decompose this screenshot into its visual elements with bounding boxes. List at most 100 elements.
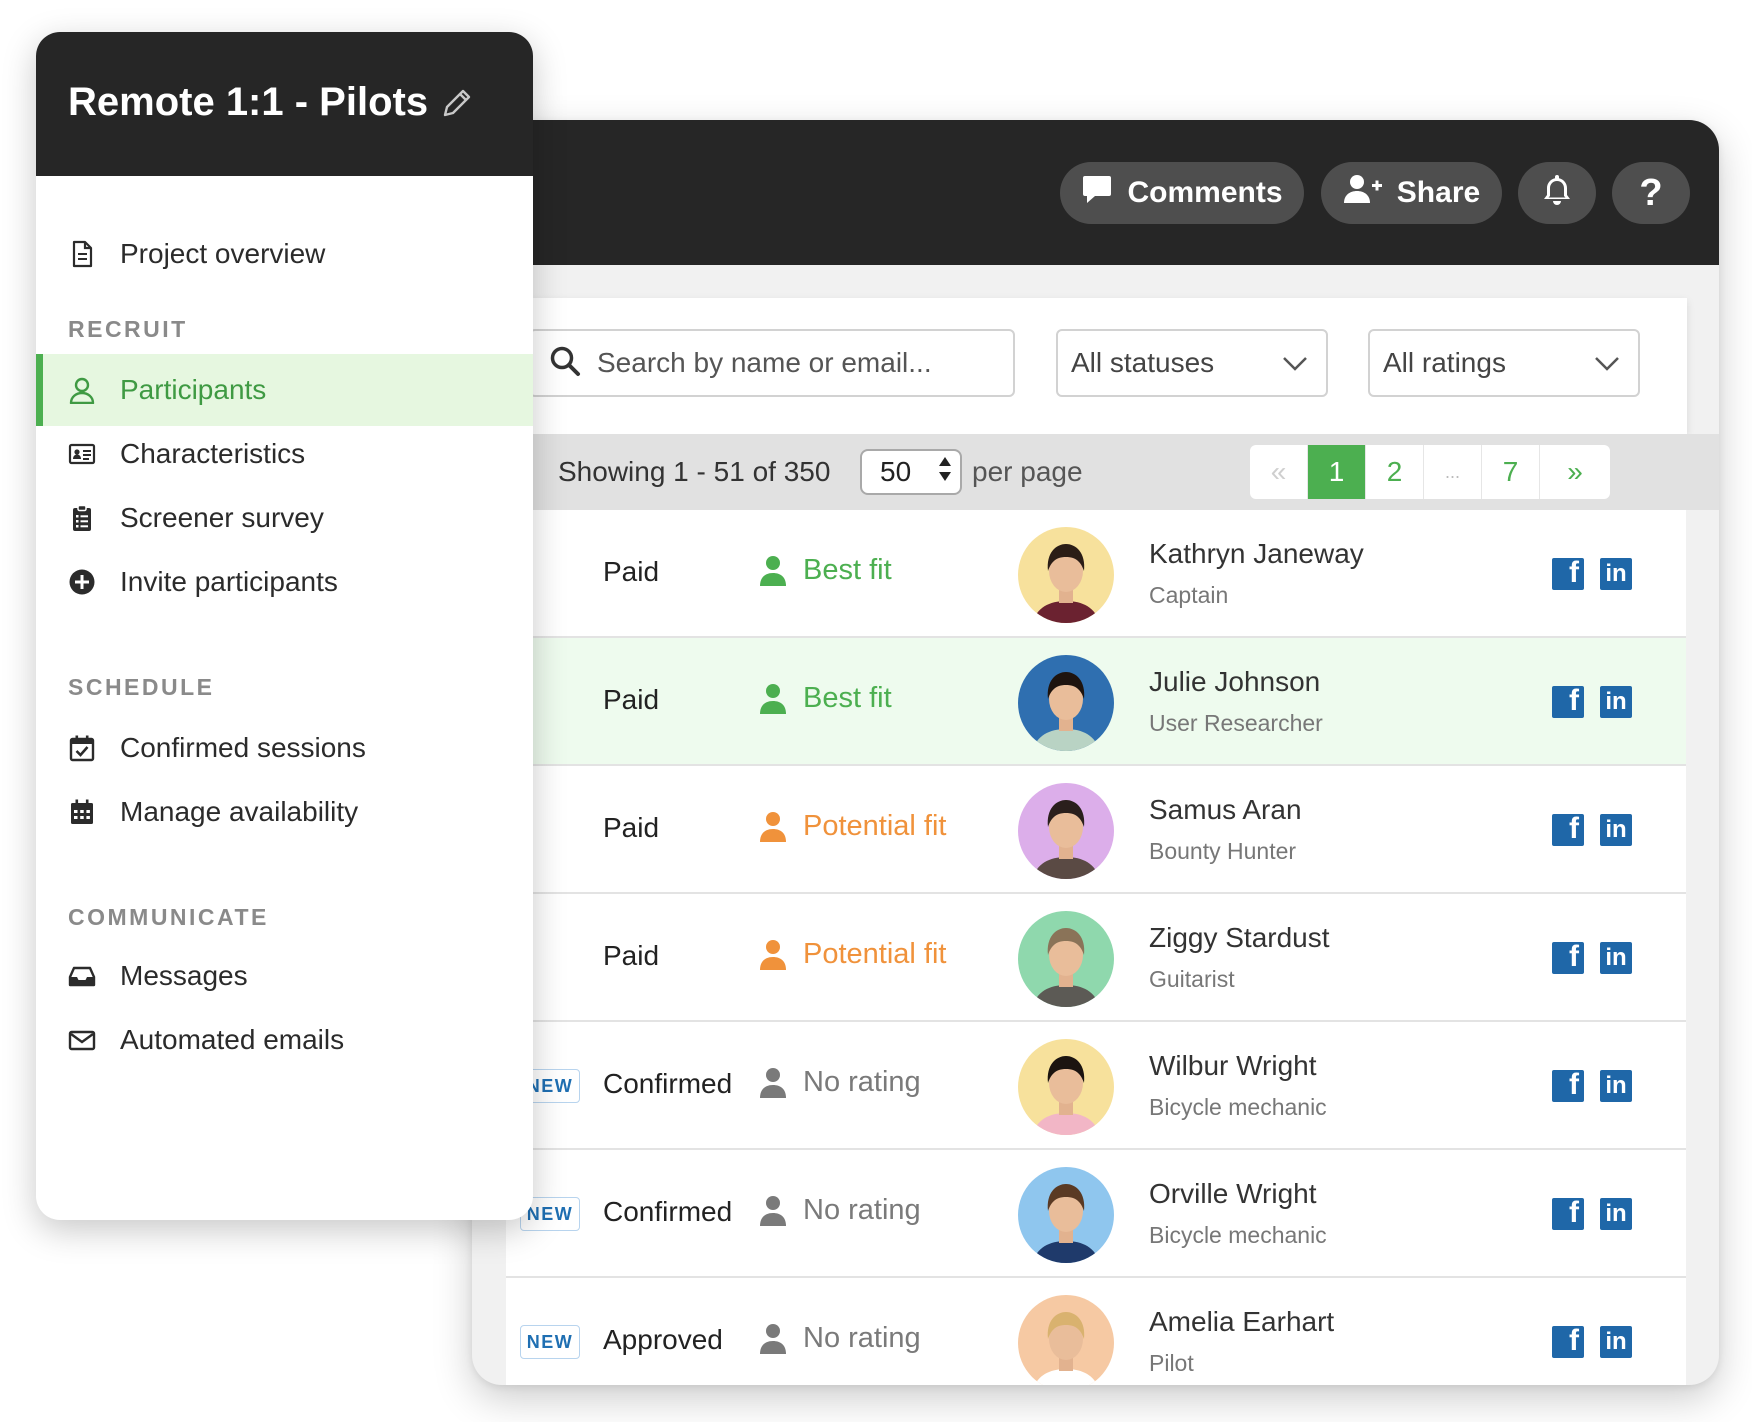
participant-rating[interactable]: Best fit (759, 554, 892, 587)
showing-count: Showing 1 - 51 of 350 (558, 456, 831, 487)
participant-name[interactable]: Wilbur Wright (1149, 1050, 1317, 1082)
participant-role: Pilot (1149, 1350, 1194, 1376)
sidebar-item-messages[interactable]: Messages (36, 940, 533, 1012)
participant-role: Bounty Hunter (1149, 838, 1297, 864)
participant-rating[interactable]: Best fit (759, 682, 892, 715)
pagination-bar: Showing 1 - 51 of 350 50 per page « 1 2 … (472, 434, 1719, 510)
participant-name[interactable]: Julie Johnson (1149, 666, 1320, 698)
sidebar-item-characteristics[interactable]: Characteristics (36, 418, 533, 490)
participant-row[interactable]: Paid Potential fit Ziggy Stardust Guitar… (506, 894, 1686, 1022)
participant-role: Bicycle mechanic (1149, 1222, 1327, 1248)
facebook-icon[interactable]: f (1552, 686, 1584, 718)
social-links: f in (1552, 942, 1632, 974)
page-button-1[interactable]: 1 (1308, 445, 1366, 499)
linkedin-icon[interactable]: in (1600, 558, 1632, 590)
first-page-button[interactable]: « (1250, 445, 1308, 499)
linkedin-icon[interactable]: in (1600, 1070, 1632, 1102)
participant-row[interactable]: NEW Confirmed No rating Wilbur Wright Bic… (506, 1022, 1686, 1150)
sidebar-item-participants[interactable]: Participants (36, 354, 533, 426)
participant-rating[interactable]: No rating (759, 1194, 921, 1227)
calendar-check-icon (69, 735, 95, 762)
facebook-icon[interactable]: f (1552, 1326, 1584, 1358)
bell-icon (1542, 173, 1572, 213)
pencil-icon[interactable] (442, 88, 472, 123)
sidebar-item-invite-participants[interactable]: Invite participants (36, 546, 533, 618)
participant-row[interactable]: Paid Best fit Julie Johnson User Researc… (506, 638, 1686, 766)
social-links: f in (1552, 558, 1632, 590)
status-filter-value: All statuses (1071, 347, 1215, 378)
facebook-icon[interactable]: f (1552, 814, 1584, 846)
social-links: f in (1552, 686, 1632, 718)
social-links: f in (1552, 1070, 1632, 1102)
page-button-2[interactable]: 2 (1366, 445, 1424, 499)
search-icon (531, 345, 581, 382)
comments-label: Comments (1127, 176, 1283, 209)
rating-label: Potential fit (803, 810, 947, 842)
sidebar-item-label: Messages (120, 960, 248, 991)
participant-name[interactable]: Amelia Earhart (1149, 1306, 1334, 1338)
per-page-select[interactable]: 50 (860, 449, 962, 495)
share-label: Share (1396, 176, 1481, 209)
rating-filter-value: All ratings (1383, 347, 1506, 378)
help-button[interactable]: ? (1612, 162, 1690, 224)
sidebar-item-automated-emails[interactable]: Automated emails (36, 1004, 533, 1076)
notifications-button[interactable] (1518, 162, 1596, 224)
avatar (1018, 1167, 1114, 1263)
participant-row[interactable]: NEW Confirmed No rating Orville Wright Bi… (506, 1150, 1686, 1278)
avatar (1018, 783, 1114, 879)
user-rating-icon (760, 683, 786, 714)
sidebar: Remote 1:1 - Pilots Project overview REC… (36, 32, 533, 1220)
linkedin-icon[interactable]: in (1600, 942, 1632, 974)
facebook-icon[interactable]: f (1552, 1198, 1584, 1230)
user-icon (69, 377, 95, 404)
participant-rating[interactable]: No rating (759, 1322, 921, 1355)
linkedin-icon[interactable]: in (1600, 686, 1632, 718)
section-heading-schedule: SCHEDULE (68, 674, 215, 700)
rating-label: No rating (803, 1322, 921, 1354)
participant-name[interactable]: Ziggy Stardust (1149, 922, 1330, 954)
comments-button[interactable]: Comments (1060, 162, 1304, 224)
participant-name[interactable]: Samus Aran (1149, 794, 1302, 826)
sidebar-item-project-overview[interactable]: Project overview (36, 218, 533, 290)
participant-status: Confirmed (603, 1068, 733, 1099)
per-page-value: 50 (880, 456, 912, 487)
facebook-icon[interactable]: f (1552, 1070, 1584, 1102)
rating-label: No rating (803, 1066, 921, 1098)
sidebar-item-manage-availability[interactable]: Manage availability (36, 776, 533, 848)
page-ellipsis: ... (1424, 445, 1482, 499)
participant-rating[interactable]: Potential fit (759, 810, 946, 843)
sidebar-item-confirmed-sessions[interactable]: Confirmed sessions (36, 712, 533, 784)
linkedin-icon[interactable]: in (1600, 1326, 1632, 1358)
linkedin-icon[interactable]: in (1600, 1198, 1632, 1230)
search-box[interactable] (529, 329, 1015, 397)
sidebar-item-label: Characteristics (120, 438, 306, 469)
pager: « 1 2 ... 7 » (1250, 445, 1610, 499)
search-input[interactable] (597, 347, 997, 379)
facebook-icon[interactable]: f (1552, 558, 1584, 590)
participant-row[interactable]: Paid Potential fit Samus Aran Bounty Hun… (506, 766, 1686, 894)
sidebar-item-label: Confirmed sessions (120, 732, 366, 763)
status-filter-select[interactable]: All statuses (1056, 329, 1328, 397)
linkedin-icon[interactable]: in (1600, 814, 1632, 846)
participant-status: Approved (603, 1324, 723, 1355)
share-button[interactable]: Share (1321, 162, 1502, 224)
page-button-7[interactable]: 7 (1482, 445, 1540, 499)
social-links: f in (1552, 1326, 1632, 1358)
last-page-button[interactable]: » (1540, 445, 1610, 499)
main-window: Comments Share ? All statuses (472, 120, 1719, 1385)
chevron-down-icon (1282, 347, 1308, 379)
sidebar-item-screener-survey[interactable]: Screener survey (36, 482, 533, 554)
participant-row[interactable]: NEW Approved No rating Amelia Earhart Pil… (506, 1278, 1686, 1385)
user-rating-icon (760, 1323, 786, 1354)
participant-name[interactable]: Kathryn Janeway (1149, 538, 1364, 570)
stepper-icon (938, 454, 952, 491)
facebook-icon[interactable]: f (1552, 942, 1584, 974)
participant-name[interactable]: Orville Wright (1149, 1178, 1317, 1210)
participant-rating[interactable]: Potential fit (759, 938, 946, 971)
participant-row[interactable]: Paid Best fit Kathryn Janeway Captain f … (506, 510, 1686, 638)
participant-rating[interactable]: No rating (759, 1066, 921, 1099)
sidebar-item-label: Project overview (120, 238, 326, 269)
sidebar-item-label: Participants (120, 374, 267, 405)
rating-filter-select[interactable]: All ratings (1368, 329, 1640, 397)
participant-list: Paid Best fit Kathryn Janeway Captain f … (506, 510, 1686, 1385)
